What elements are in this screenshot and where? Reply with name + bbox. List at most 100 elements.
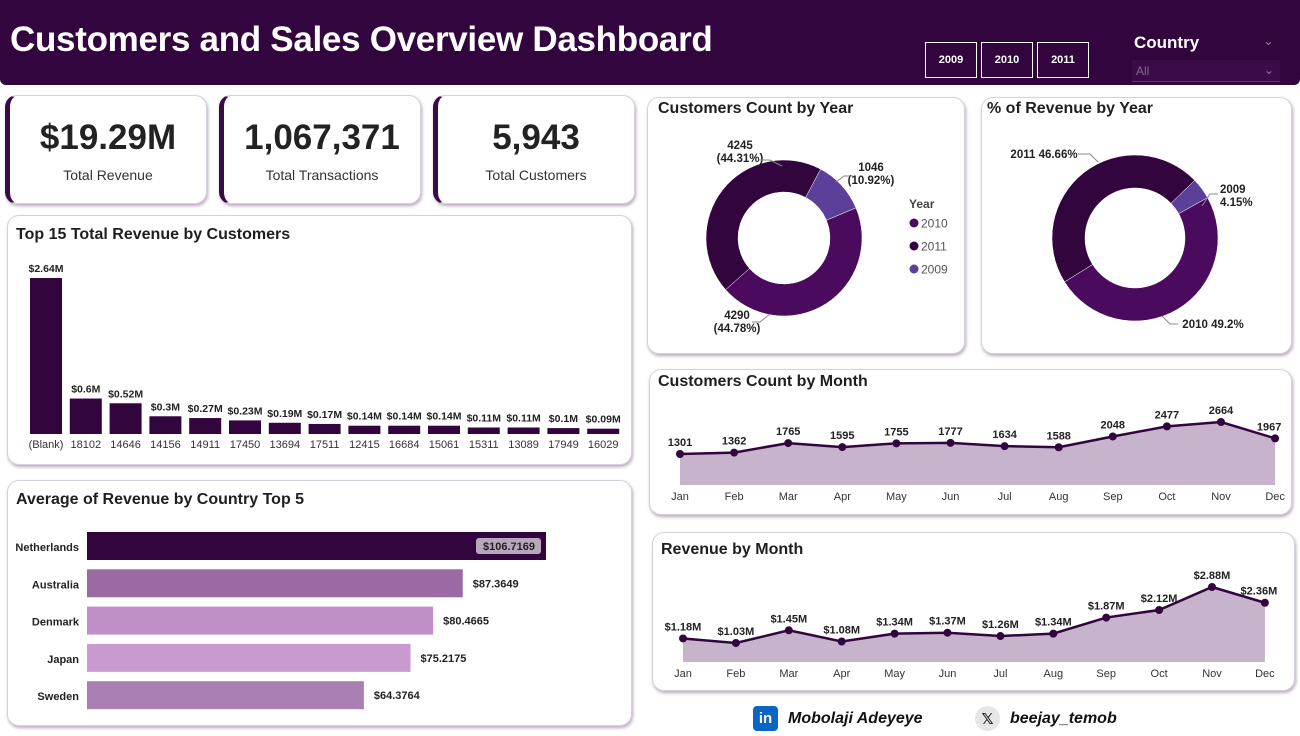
legend-marker xyxy=(909,241,919,251)
data-label: 1777 xyxy=(938,426,962,438)
x-tick-label: Sep xyxy=(1096,668,1116,680)
linkedin-credit[interactable]: in Mobolaji Adeyeye xyxy=(753,706,923,731)
data-point xyxy=(676,450,684,458)
year-2010-button[interactable]: 2010 xyxy=(981,42,1033,78)
kpi-value: $19.29M xyxy=(39,118,177,157)
year-2009-button[interactable]: 2009 xyxy=(925,42,977,78)
dashboard: Customers and Sales Overview Dashboard 2… xyxy=(0,0,1300,736)
legend-marker xyxy=(909,218,919,228)
data-label: 1765 xyxy=(776,426,800,438)
x-tick-label: 17511 xyxy=(310,439,340,451)
x-tick-label: 14911 xyxy=(190,439,220,451)
bar-data-label: $75.2175 xyxy=(421,653,467,665)
x-credit[interactable]: 𝕏 beejay_temob xyxy=(975,706,1117,731)
country-dropdown[interactable]: All ⌄ xyxy=(1132,60,1280,82)
bar xyxy=(229,420,261,434)
header-bar: Customers and Sales Overview Dashboard 2… xyxy=(0,0,1300,85)
data-point xyxy=(1054,443,1063,452)
bar xyxy=(507,427,540,434)
kpi-label: Total Revenue xyxy=(63,167,153,183)
bar xyxy=(87,606,434,635)
bar-data-label: $0.14M xyxy=(387,411,422,423)
bar-data-label: $0.3M xyxy=(151,401,180,413)
x-tick-label: Aug xyxy=(1049,491,1069,503)
kpi-label: Total Transactions xyxy=(265,167,379,183)
chevron-down-icon[interactable]: ⌄ xyxy=(1263,33,1274,49)
data-label: $1.18M xyxy=(665,621,702,633)
data-label: 2048 xyxy=(1101,419,1125,431)
legend-item: 2011 xyxy=(921,240,947,254)
bar-data-label: $0.14M xyxy=(426,411,461,423)
x-icon[interactable]: 𝕏 xyxy=(975,706,1000,731)
x-tick-label: May xyxy=(884,668,905,680)
bar-data-label: $0.52M xyxy=(108,388,143,400)
x-tick-label: 14156 xyxy=(150,439,181,451)
bar-data-label: $64.3764 xyxy=(374,690,421,702)
data-point xyxy=(943,628,952,637)
data-point xyxy=(1102,613,1111,622)
data-label: 1595 xyxy=(830,430,854,442)
bar xyxy=(30,278,62,434)
x-tick-label: Jan xyxy=(674,668,692,680)
data-label-2009: 2009 4.15% xyxy=(1220,184,1253,209)
bar xyxy=(467,427,500,434)
data-label: $2.36M xyxy=(1241,586,1278,598)
x-tick-label: Dec xyxy=(1265,491,1285,503)
x-tick-label: 17949 xyxy=(548,439,579,451)
data-label: $2.88M xyxy=(1194,570,1231,582)
data-point xyxy=(890,629,899,638)
data-point xyxy=(946,438,955,447)
x-tick-label: 16029 xyxy=(588,439,619,451)
kpi-total-transactions: 1,067,371 Total Transactions xyxy=(219,95,421,204)
data-label: 2664 xyxy=(1209,405,1234,417)
data-point xyxy=(1208,583,1216,591)
data-label: 1755 xyxy=(884,426,908,438)
data-label: $1.34M xyxy=(876,617,913,629)
bar xyxy=(547,428,580,434)
x-tick-label: Apr xyxy=(834,491,851,503)
bar xyxy=(388,425,421,434)
year-2011-button[interactable]: 2011 xyxy=(1037,42,1089,78)
bar xyxy=(109,403,142,434)
x-tick-label: Oct xyxy=(1158,491,1175,503)
kpi-value: 5,943 xyxy=(492,118,580,157)
x-tick-label: 13694 xyxy=(270,439,301,451)
bar xyxy=(87,681,364,710)
data-point xyxy=(892,439,901,448)
bar xyxy=(308,423,341,434)
top15-revenue-card: Top 15 Total Revenue by Customers $2.64M… xyxy=(7,215,632,465)
data-point xyxy=(837,637,846,646)
bar xyxy=(587,428,620,434)
x-tick-label: Jul xyxy=(993,668,1007,680)
x-tick-label: 17450 xyxy=(230,439,261,451)
page-title: Customers and Sales Overview Dashboard xyxy=(10,20,713,59)
data-label: $1.26M xyxy=(982,619,1019,631)
leader-line xyxy=(1078,153,1099,163)
kpi-value: 1,067,371 xyxy=(244,118,400,157)
bar xyxy=(87,569,463,598)
x-tick-label: 12415 xyxy=(349,439,380,451)
x-tick-label: 16684 xyxy=(389,439,420,451)
pie-slice-2010 xyxy=(725,207,863,317)
data-point xyxy=(1108,432,1117,441)
data-point xyxy=(838,443,847,452)
x-tick-label: May xyxy=(886,491,907,503)
data-label-2010: 2010 49.2% xyxy=(1182,319,1243,331)
x-tick-label: Nov xyxy=(1211,491,1231,503)
data-point xyxy=(1000,442,1009,451)
data-point xyxy=(1260,598,1269,607)
x-tick-label: Sep xyxy=(1103,491,1123,503)
bar-data-label: $106.7169 xyxy=(483,541,535,553)
chevron-down-icon: ⌄ xyxy=(1263,63,1274,77)
data-label: $2.12M xyxy=(1141,593,1178,605)
x-tick-label: Apr xyxy=(833,668,850,680)
revenue-by-year-card: % of Revenue by Year 2011 46.66% 2009 4.15… xyxy=(981,97,1292,354)
country-revenue-card: Average of Revenue by Country Top 5 Neth… xyxy=(7,480,632,726)
legend-title: Year xyxy=(909,197,935,211)
x-tick-label: Nov xyxy=(1202,668,1222,680)
bar-data-label: $0.19M xyxy=(267,408,302,420)
data-label: 1301 xyxy=(668,437,692,449)
linkedin-icon[interactable]: in xyxy=(753,706,778,731)
data-label: 1362 xyxy=(722,436,746,448)
area-fill xyxy=(680,422,1276,485)
